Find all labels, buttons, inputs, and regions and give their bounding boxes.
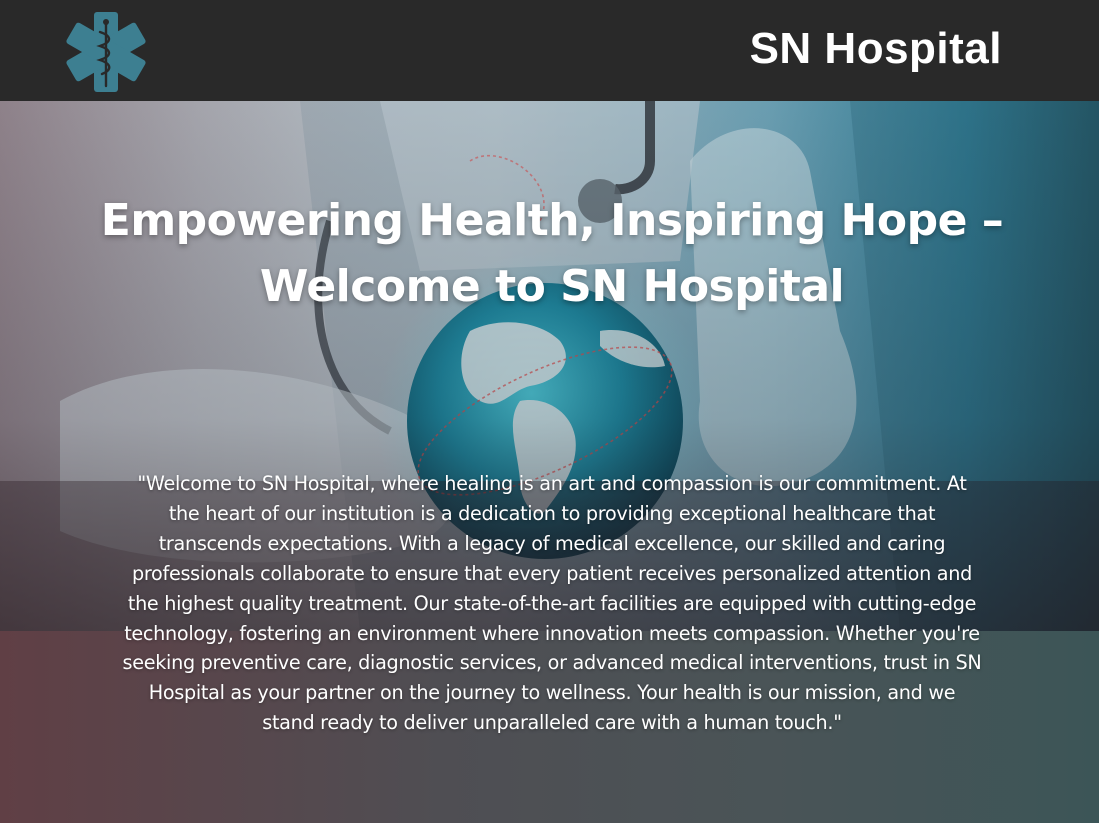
site-header: SN Hospital — [0, 0, 1099, 101]
hero-intro-text: "Welcome to SN Hospital, where healing i… — [122, 472, 982, 735]
star-of-life-icon[interactable] — [64, 10, 148, 94]
brand-name[interactable]: SN Hospital — [750, 22, 1002, 76]
hero-headline: Empowering Health, Inspiring Hope – Welc… — [100, 195, 1004, 312]
